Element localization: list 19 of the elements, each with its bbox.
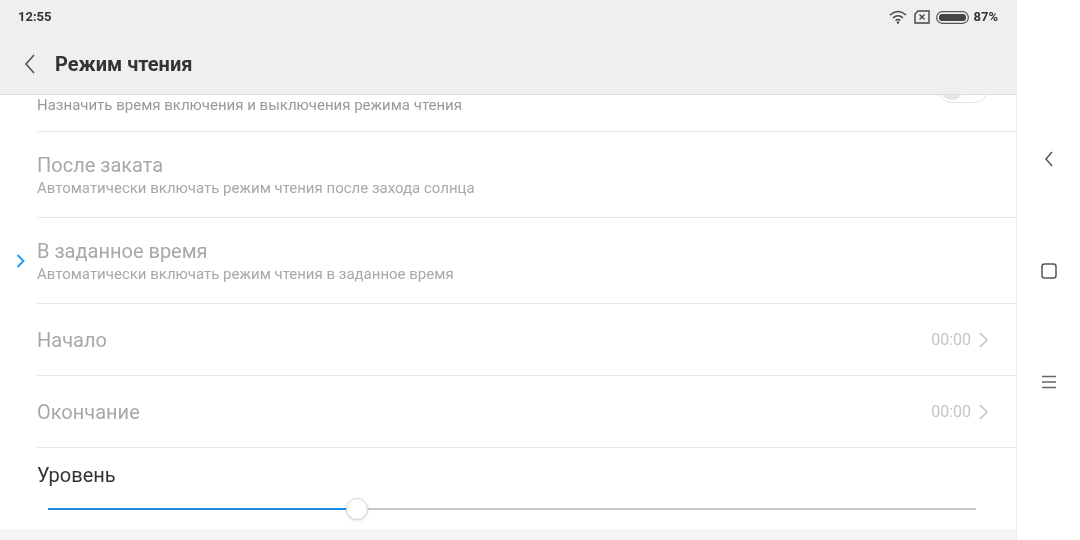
- setting-description: Назначить время включения и выключения режима чтения: [37, 95, 462, 116]
- level-slider[interactable]: [48, 498, 976, 520]
- option-description: Автоматически включать режим чтения после захода солнца: [37, 177, 476, 198]
- status-time: 12:55: [18, 8, 52, 27]
- battery-icon: [936, 10, 970, 24]
- back-icon: [24, 54, 36, 74]
- time-value: 00:00: [931, 328, 971, 351]
- back-icon: [1043, 151, 1054, 167]
- option-description: Автоматически включать режим чтения в заданное время: [37, 263, 455, 284]
- square-icon: [1040, 263, 1057, 279]
- battery-percent: 87%: [973, 8, 998, 27]
- menu-icon: [1040, 375, 1057, 389]
- chevron-right-icon: [979, 331, 988, 348]
- level-label: Уровень: [37, 462, 117, 488]
- time-value: 00:00: [931, 400, 971, 423]
- no-sim-icon: [914, 10, 931, 24]
- wifi-icon: [889, 10, 908, 24]
- page-title: Режим чтения: [55, 51, 193, 78]
- chevron-right-icon: [979, 403, 988, 420]
